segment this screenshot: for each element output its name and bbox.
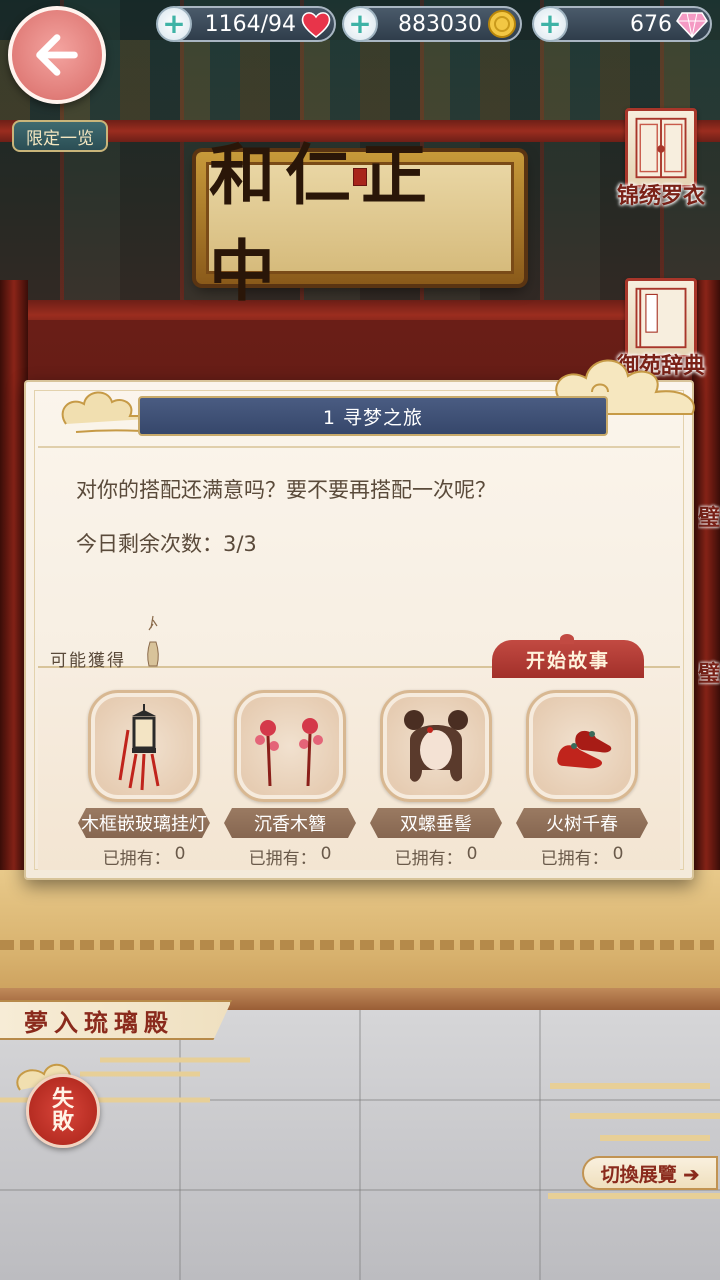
- start-story-button[interactable]: 开始故事: [492, 634, 644, 678]
- reward-slot[interactable]: [380, 690, 492, 802]
- reward-owned: 已拥有： 0: [103, 844, 186, 869]
- side-button-partial[interactable]: 璧: [698, 656, 720, 688]
- stamina-counter: + 1164/94: [156, 6, 336, 42]
- cloud-decor-icon: [548, 1193, 720, 1199]
- owned-count: 0: [174, 844, 186, 864]
- back-button[interactable]: [8, 6, 106, 104]
- fail-char: 敗: [51, 1109, 74, 1135]
- fail-seal: 失 敗: [26, 1074, 100, 1148]
- owned-label: 已拥有：: [394, 849, 463, 869]
- wardrobe-icon: [625, 108, 697, 188]
- add-coins-button[interactable]: +: [342, 6, 378, 42]
- possible-rewards-label: 可能獲得: [50, 651, 126, 671]
- reward-slot[interactable]: [234, 690, 346, 802]
- gem-value: 676: [630, 11, 672, 37]
- reward-name: 双螺垂髻: [370, 808, 502, 838]
- palace-plaque: 和仁正中: [196, 136, 524, 310]
- reward-name: 火树千春: [516, 808, 648, 838]
- story-dialog: 1 寻梦之旅 对你的搭配还满意吗？要不要再搭配一次呢？ 今日剩余次数：3/3 可…: [24, 359, 695, 880]
- arrow-left-icon: [36, 34, 78, 76]
- vase-icon: [147, 615, 159, 667]
- reward-owned: 已拥有： 0: [395, 844, 478, 869]
- coin-value: 883030: [398, 11, 482, 37]
- remaining-attempts: 今日剩余次数：3/3: [76, 528, 257, 558]
- lantern-icon: [118, 704, 160, 791]
- dialog-title: 1 寻梦之旅: [138, 396, 608, 436]
- reward-name: 木框嵌玻璃挂灯: [78, 808, 210, 838]
- owned-count: 0: [612, 844, 624, 864]
- coin-icon: [488, 10, 516, 38]
- hairstyle-icon: [404, 710, 468, 782]
- owned-label: 已拥有：: [102, 849, 171, 869]
- shoes-icon: [557, 730, 612, 769]
- stage-title: 夢入琉璃殿: [0, 1000, 232, 1040]
- brocade-wardrobe-button[interactable]: 锦绣罗衣: [606, 108, 716, 210]
- remaining-label: 今日剩余次数：: [76, 532, 223, 556]
- owned-count: 0: [466, 844, 478, 864]
- heart-icon: [301, 12, 331, 38]
- hairpin-icon: [255, 718, 323, 787]
- owned-label: 已拥有：: [540, 849, 609, 869]
- gem-icon: [676, 12, 708, 39]
- divider: [38, 446, 680, 448]
- plaque-seal: [353, 168, 367, 186]
- reward-owned: 已拥有： 0: [249, 844, 332, 869]
- add-gems-button[interactable]: +: [532, 6, 568, 42]
- gem-counter: + 676: [532, 6, 712, 42]
- brocade-wardrobe-label: 锦绣罗衣: [616, 183, 705, 209]
- reward-item: 沉香木簪 已拥有： 0: [222, 690, 358, 869]
- reward-name: 沉香木簪: [224, 808, 356, 838]
- reward-slot[interactable]: [526, 690, 638, 802]
- throne-dais: [0, 870, 720, 1010]
- stamina-value: 1164/94: [204, 11, 296, 37]
- fail-char: 失: [51, 1085, 74, 1112]
- cloud-decor-icon: [550, 1083, 720, 1141]
- add-stamina-button[interactable]: +: [156, 6, 192, 42]
- reward-item: 双螺垂髻 已拥有： 0: [368, 690, 504, 869]
- remaining-value: 3/3: [223, 532, 257, 556]
- owned-label: 已拥有：: [248, 849, 317, 869]
- coin-counter: + 883030: [342, 6, 522, 42]
- reward-slot[interactable]: [88, 690, 200, 802]
- reward-item: 木框嵌玻璃挂灯 已拥有： 0: [76, 690, 212, 869]
- reward-owned: 已拥有： 0: [541, 844, 624, 869]
- side-button-partial[interactable]: 璧: [698, 500, 720, 532]
- dialog-message: 对你的搭配还满意吗？要不要再搭配一次呢？: [76, 478, 496, 502]
- reward-item: 火树千春 已拥有： 0: [514, 690, 650, 869]
- owned-count: 0: [320, 844, 332, 864]
- limited-list-button[interactable]: 限定一览: [12, 120, 108, 152]
